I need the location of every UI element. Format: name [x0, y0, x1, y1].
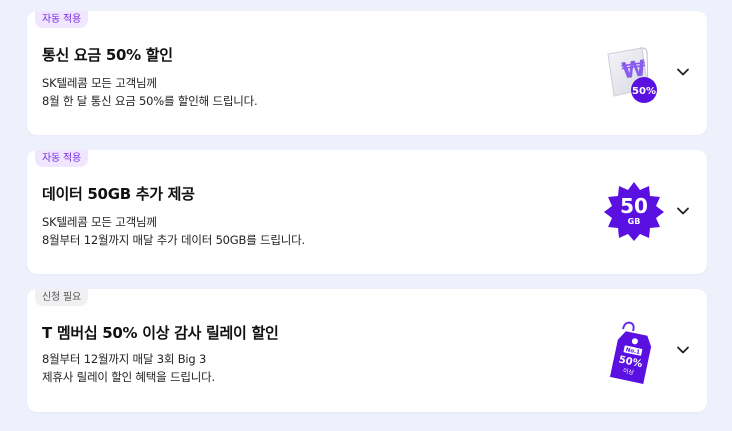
benefit-description-line: SK텔레콤 모든 고객님께: [42, 215, 157, 229]
chevron-down-icon[interactable]: [675, 203, 691, 219]
icon-unit-label: GB: [628, 217, 641, 226]
icon-number-label: 50: [620, 194, 648, 218]
benefit-description: SK텔레콤 모든 고객님께 8월부터 12월까지 매달 추가 데이터 50GB를…: [42, 213, 305, 249]
benefit-description-line: 8월부터 12월까지 매달 추가 데이터 50GB를 드립니다.: [42, 233, 306, 247]
won-receipt-50-icon: ₩ 50%: [602, 44, 664, 106]
data-50gb-badge-icon: 50 GB: [603, 180, 665, 242]
benefit-title: 통신 요금 50% 할인: [42, 46, 173, 64]
icon-percent-label: 50%: [632, 86, 656, 97]
benefit-title: 데이터 50GB 추가 제공: [42, 185, 195, 203]
benefit-description: 8월부터 12월까지 매달 3회 Big 3 제휴사 릴레이 할인 혜택을 드립…: [42, 350, 215, 386]
chevron-down-icon[interactable]: [675, 342, 691, 358]
benefit-description-line: 8월 한 달 통신 요금 50%를 할인해 드립니다.: [42, 94, 258, 108]
chevron-down-icon[interactable]: [675, 64, 691, 80]
benefit-card-membership-discount[interactable]: 신청 필요 T 멤버십 50% 이상 감사 릴레이 할인 8월부터 12월까지 …: [27, 289, 707, 412]
auto-apply-badge: 자동 적용: [35, 11, 88, 28]
benefit-card-data-bonus[interactable]: 자동 적용 데이터 50GB 추가 제공 SK텔레콤 모든 고객님께 8월부터 …: [27, 150, 707, 274]
benefit-description-line: 8월부터 12월까지 매달 3회 Big 3: [42, 352, 207, 366]
application-required-badge: 신청 필요: [35, 289, 88, 306]
benefit-description: SK텔레콤 모든 고객님께 8월 한 달 통신 요금 50%를 할인해 드립니다…: [42, 74, 258, 110]
benefit-title: T 멤버십 50% 이상 감사 릴레이 할인: [42, 324, 279, 342]
auto-apply-badge: 자동 적용: [35, 150, 88, 167]
benefit-description-line: 제휴사 릴레이 할인 혜택을 드립니다.: [42, 370, 215, 384]
discount-tag-icon: No.1 50% 이상: [601, 319, 663, 384]
benefit-description-line: SK텔레콤 모든 고객님께: [42, 76, 157, 90]
benefit-card-telecom-discount[interactable]: 자동 적용 통신 요금 50% 할인 SK텔레콤 모든 고객님께 8월 한 달 …: [27, 11, 707, 135]
